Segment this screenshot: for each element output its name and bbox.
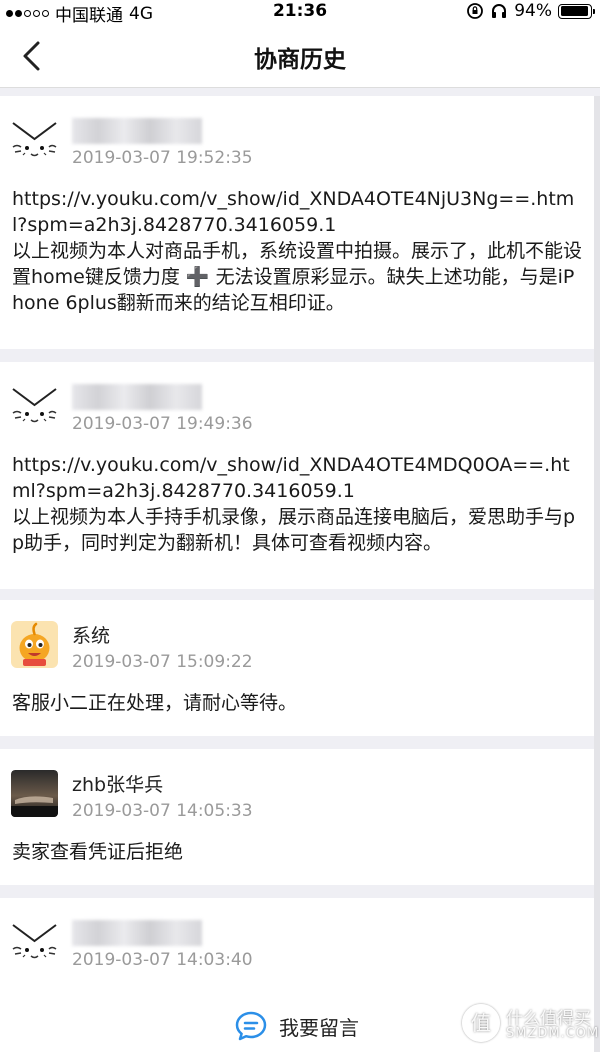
smzdm-watermark: 值 什么值得买 SMZDM.COM	[462, 1000, 598, 1046]
cat-face-icon	[12, 122, 57, 157]
headphones-icon	[492, 4, 507, 18]
message-card: 2019-03-07 14:03:40	[0, 898, 594, 1008]
negotiation-history-screen: 中国联通 4G 21:36 94% 协商历史 2019-03-07 19:52:…	[0, 0, 600, 1052]
message-card: zhb张华兵 2019-03-07 14:05:33 卖家查看凭证后拒绝	[0, 749, 594, 885]
leave-message-label: 我要留言	[279, 1015, 359, 1040]
message-text: 客服小二正在处理，请耐心等待。	[12, 692, 298, 714]
message-timestamp: 2019-03-07 14:03:40	[72, 950, 253, 970]
message-body: 卖家查看凭证后拒绝	[12, 839, 584, 865]
message-timestamp: 2019-03-07 19:52:35	[72, 148, 253, 168]
status-bar: 中国联通 4G 21:36 94%	[0, 0, 600, 26]
cat-face-icon	[12, 924, 57, 959]
video-link[interactable]: https://v.youku.com/v_show/id_XNDA4OTE4N…	[12, 186, 584, 238]
message-card: 2019-03-07 19:52:35 https://v.youku.com/…	[0, 96, 594, 349]
scrollbar[interactable]	[594, 96, 600, 1052]
navigation-bar: 协商历史	[0, 24, 600, 88]
message-card: 系统 2019-03-07 15:09:22 客服小二正在处理，请耐心等待。	[0, 600, 594, 736]
message-timestamp: 2019-03-07 14:05:33	[72, 801, 253, 821]
sender-name: 系统	[72, 625, 111, 647]
battery-percent: 94%	[514, 1, 552, 21]
message-timestamp: 2019-03-07 15:09:22	[72, 652, 253, 672]
message-text: 以上视频为本人手持手机录像，展示商品连接电脑后，爱思助手与pp助手，同时判定为翻…	[12, 506, 576, 554]
page-title: 协商历史	[254, 47, 346, 73]
battery-icon	[558, 3, 595, 19]
cat-face-icon	[12, 388, 57, 423]
message-body: 客服小二正在处理，请耐心等待。	[12, 690, 584, 716]
seller-photo-avatar	[11, 770, 58, 817]
sender-name-redacted	[72, 920, 202, 946]
message-body: https://v.youku.com/v_show/id_XNDA4OTE4M…	[12, 452, 584, 556]
orientation-lock-icon	[467, 3, 484, 19]
message-text: 卖家查看凭证后拒绝	[12, 841, 184, 863]
taobao-mascot-icon	[11, 621, 58, 668]
message-timestamp: 2019-03-07 19:49:36	[72, 414, 253, 434]
message-body: https://v.youku.com/v_show/id_XNDA4OTE4N…	[12, 186, 584, 316]
sender-name-redacted	[72, 384, 202, 410]
watermark-domain: SMZDM.COM	[506, 1026, 600, 1041]
video-link[interactable]: https://v.youku.com/v_show/id_XNDA4OTE4M…	[12, 452, 584, 504]
sender-name: zhb张华兵	[72, 774, 164, 796]
sender-name-redacted	[72, 118, 202, 144]
watermark-logo: 值	[462, 1004, 500, 1042]
chat-bubble-icon	[235, 1011, 267, 1041]
message-text: 以上视频为本人对商品手机，系统设置中拍摄。展示了，此机不能设置home键反馈力度…	[12, 240, 583, 314]
message-card: 2019-03-07 19:49:36 https://v.youku.com/…	[0, 362, 594, 589]
